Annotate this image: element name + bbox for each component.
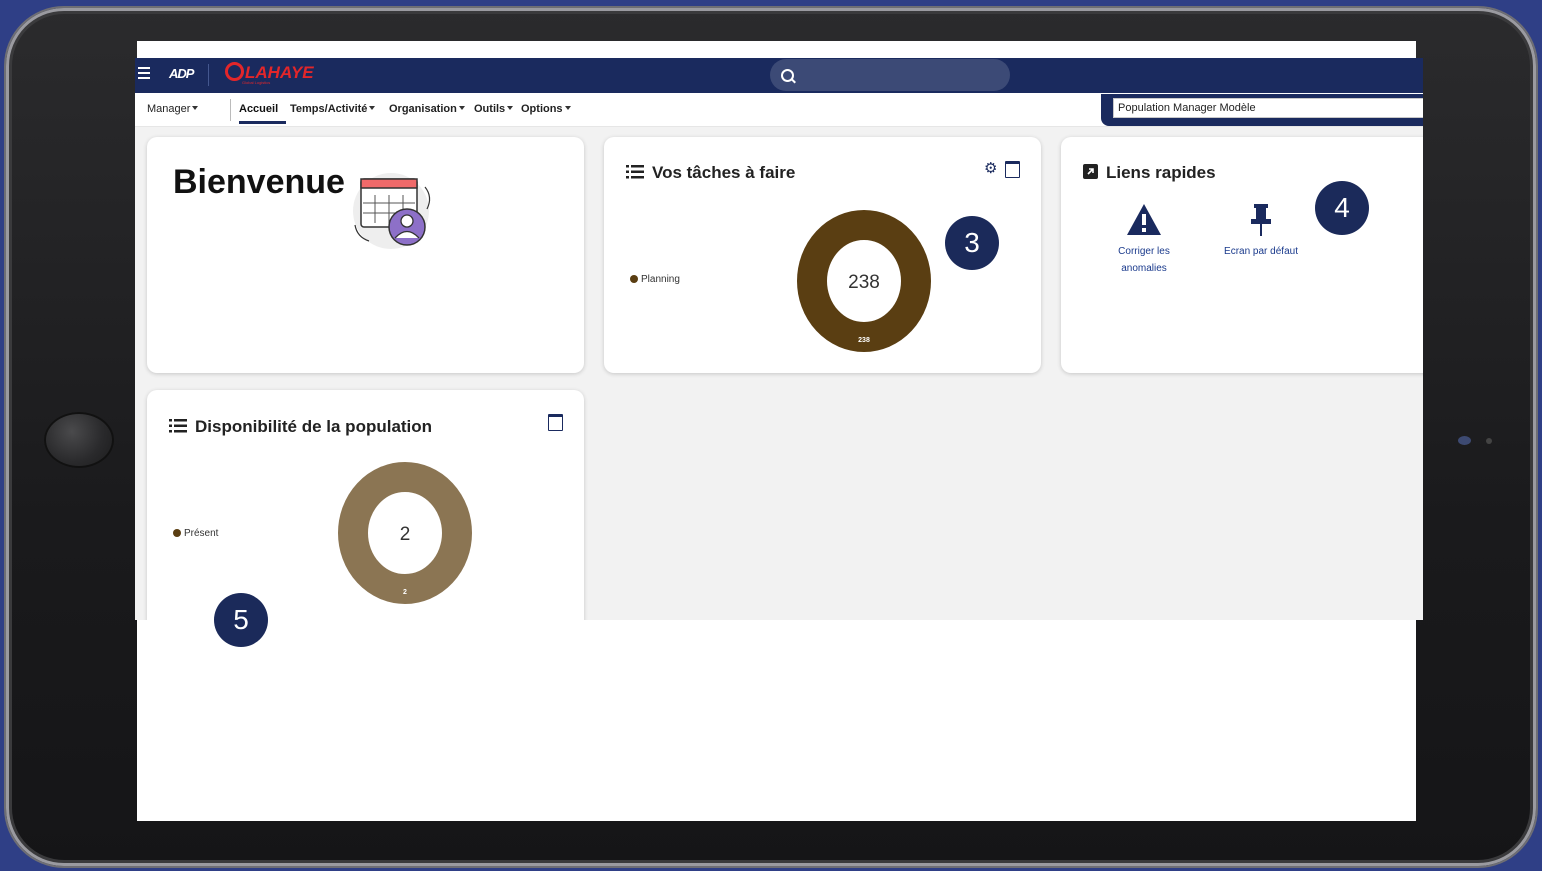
list-icon — [626, 165, 644, 179]
population-selector-container: Population Manager Modèle — [1101, 94, 1423, 126]
quicklink-corriger-anomalies[interactable]: Corriger les anomalies — [1101, 203, 1187, 277]
welcome-title: Bienvenue — [173, 163, 345, 201]
tablet-home-button — [44, 412, 114, 468]
availability-card: Disponibilité de la population Présent 2… — [147, 390, 584, 620]
tasks-legend[interactable]: Planning — [630, 274, 680, 285]
hamburger-menu-icon[interactable] — [138, 67, 150, 79]
search-icon[interactable] — [781, 69, 794, 82]
menu-options-label: Options — [521, 103, 563, 115]
quicklinks-card-title: Liens rapides — [1083, 163, 1216, 183]
quicklink-ecran-par-defaut[interactable]: Ecran par défaut — [1211, 203, 1311, 260]
chevron-down-icon — [507, 106, 514, 110]
quicklinks-card-title-text: Liens rapides — [1106, 163, 1216, 182]
menu-outils[interactable]: Outils — [474, 103, 514, 115]
pushpin-icon — [1251, 204, 1271, 236]
availability-legend-label: Présent — [184, 528, 219, 539]
tasks-donut-total: 238 — [848, 272, 880, 293]
tasks-legend-label: Planning — [641, 274, 680, 285]
company-logo-swoosh-icon — [225, 62, 244, 81]
tasks-card-title-text: Vos tâches à faire — [652, 163, 796, 182]
quicklink-2-label-line1: Ecran par défaut — [1224, 246, 1298, 257]
active-tab-indicator — [239, 121, 286, 124]
maximize-window-icon[interactable] — [548, 414, 563, 431]
availability-donut-total: 2 — [400, 524, 411, 545]
calendar-user-icon — [353, 173, 431, 249]
external-link-icon — [1083, 164, 1098, 179]
adp-logo: ADP — [169, 66, 194, 81]
dashboard-area: Bienvenue Vos tâches à faire ⚙ Planning … — [135, 127, 1423, 620]
legend-swatch — [630, 275, 638, 283]
tasks-card-title: Vos tâches à faire — [626, 163, 795, 183]
callout-badge-3: 3 — [945, 216, 999, 270]
menu-separator — [230, 99, 231, 121]
availability-legend[interactable]: Présent — [173, 528, 218, 539]
maximize-window-icon[interactable] — [1005, 161, 1020, 178]
app-window: ADP LAHAYE Global Logistics Manager Accu… — [135, 58, 1423, 620]
menu-temps-label: Temps/Activité — [290, 103, 368, 115]
availability-card-title: Disponibilité de la population — [169, 417, 432, 437]
tasks-donut-chart[interactable]: 238 238 — [796, 208, 932, 354]
menu-outils-label: Outils — [474, 103, 506, 115]
camera-sensor — [1486, 438, 1492, 444]
quicklink-1-label-line1: Corriger les — [1118, 246, 1170, 257]
global-search-box[interactable] — [770, 59, 1010, 91]
menu-options[interactable]: Options — [521, 103, 571, 115]
availability-segment-label: 2 — [403, 589, 407, 596]
top-navigation-bar: ADP LAHAYE Global Logistics — [135, 58, 1423, 93]
company-tagline: Global Logistics — [242, 80, 271, 85]
list-icon — [169, 419, 187, 433]
camera-lens — [1458, 436, 1471, 445]
chevron-down-icon — [369, 106, 376, 110]
chevron-down-icon — [192, 106, 199, 110]
availability-donut-chart[interactable]: 2 2 — [337, 460, 473, 606]
callout-badge-4: 4 — [1315, 181, 1369, 235]
quicklinks-card: Liens rapides Corriger les anomalies Ecr… — [1061, 137, 1423, 373]
menu-organisation[interactable]: Organisation — [389, 103, 465, 115]
callout-badge-5: 5 — [214, 593, 268, 647]
quicklink-1-label-line2: anomalies — [1121, 263, 1167, 274]
chevron-down-icon — [564, 106, 571, 110]
menu-accueil[interactable]: Accueil — [239, 103, 278, 115]
menu-temps-activite[interactable]: Temps/Activité — [290, 103, 376, 115]
chevron-down-icon — [458, 106, 465, 110]
tablet-screen: ADP LAHAYE Global Logistics Manager Accu… — [135, 41, 1423, 821]
logo-divider — [208, 64, 209, 86]
menu-manager-label: Manager — [147, 103, 191, 115]
menu-manager[interactable]: Manager — [147, 103, 199, 115]
availability-card-title-text: Disponibilité de la population — [195, 417, 433, 436]
legend-swatch — [173, 529, 181, 537]
welcome-card: Bienvenue — [147, 137, 584, 373]
menu-accueil-label: Accueil — [239, 103, 279, 115]
population-select[interactable]: Population Manager Modèle — [1113, 98, 1423, 118]
menu-organisation-label: Organisation — [389, 103, 457, 115]
tasks-segment-label: 238 — [858, 337, 870, 344]
warning-icon — [1127, 204, 1161, 235]
gear-icon[interactable]: ⚙ — [984, 159, 997, 177]
